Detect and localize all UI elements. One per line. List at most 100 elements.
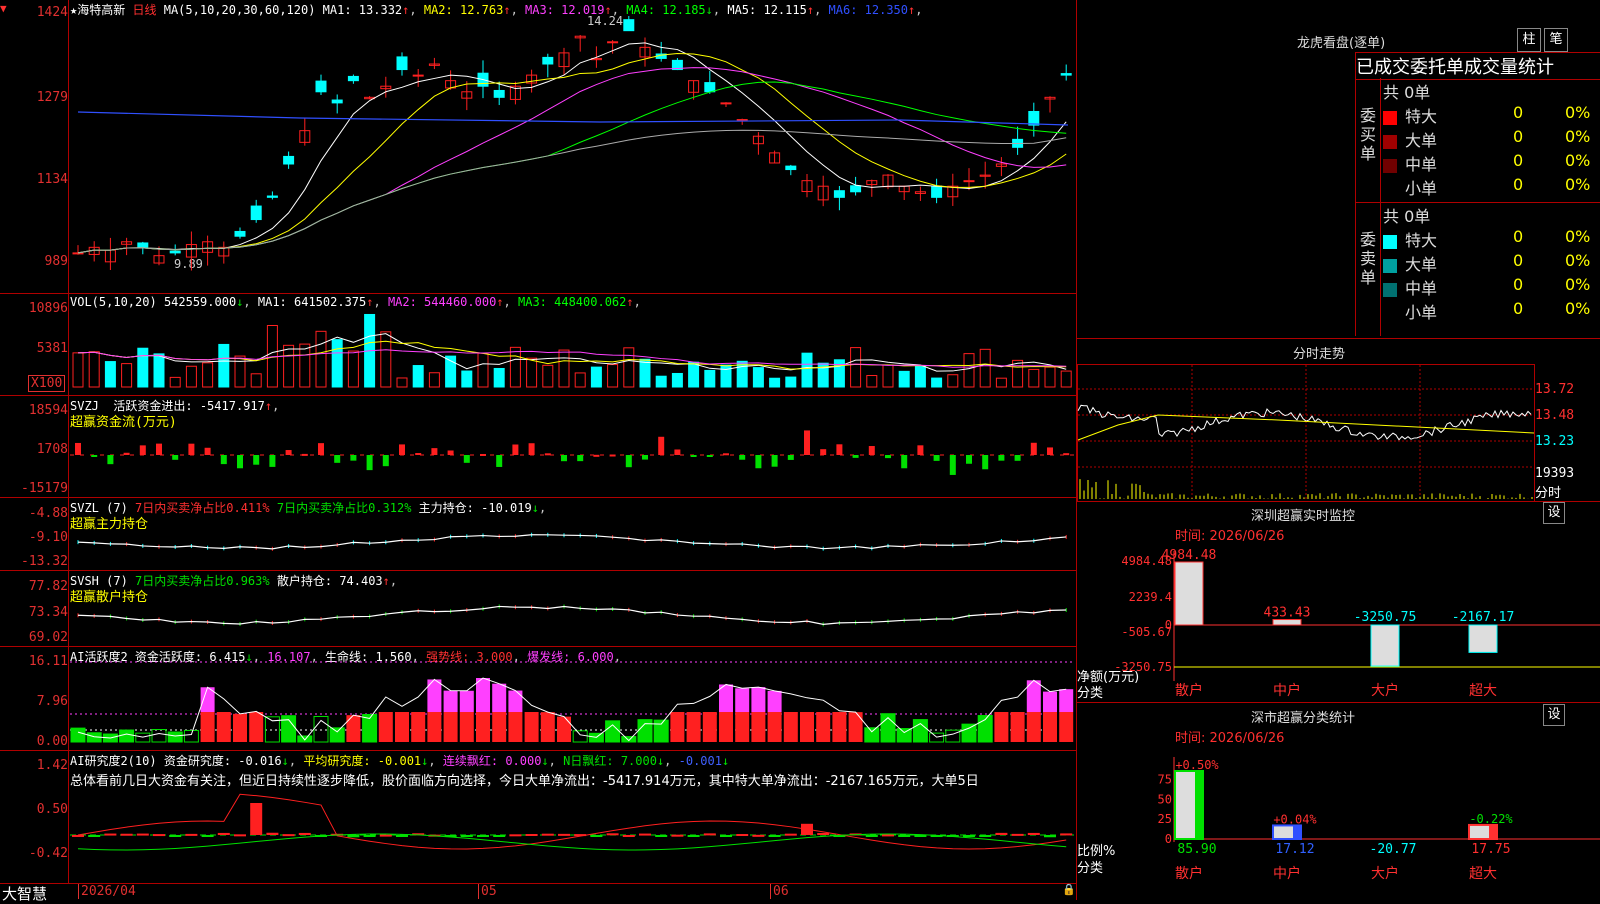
volume-bar (153, 353, 165, 388)
order-count: 0 (1513, 275, 1524, 294)
research-red-line (77, 793, 1067, 850)
volume-bar (947, 374, 959, 388)
volume-bar (850, 347, 862, 388)
activity-bar (411, 712, 426, 742)
ma5-line (77, 42, 1067, 254)
volume-bar (769, 377, 781, 388)
activity-bar (800, 712, 814, 742)
svsh-panel[interactable]: SVSH (7) 7日内买卖净占比0.963% 散户持仓: 74.403↑, 超… (0, 570, 1076, 647)
activity-bar-top (1043, 691, 1057, 712)
order-count: 0 (1513, 127, 1524, 146)
volume-bar (1044, 366, 1056, 388)
class-bar-value: 17.12 (1275, 842, 1314, 857)
flow-bar (625, 455, 632, 468)
intraday-chart-box[interactable] (1077, 364, 1535, 502)
activity-bar (605, 720, 621, 743)
date-axis[interactable]: 大智慧 2026/04 05 06 🔒 (0, 883, 1076, 903)
flow-bar (544, 453, 551, 456)
research-bar (460, 835, 473, 837)
position-line (77, 534, 1067, 550)
order-type-label: 特大 (1405, 231, 1438, 250)
volume-panel[interactable]: VOL(5,10,20) 542559.000↓, MA1: 641502.37… (0, 293, 1076, 396)
class-axis-label: 50 (1158, 792, 1172, 806)
research-bar (477, 835, 489, 837)
flow-bar (868, 446, 875, 455)
candle-body (137, 242, 149, 248)
activity-bar (1026, 712, 1041, 742)
volume-bar (137, 347, 149, 388)
activity-bar (70, 727, 86, 743)
flow-bar (75, 442, 81, 455)
flow-bar (804, 430, 810, 455)
order-percent: 0% (1565, 175, 1591, 194)
candle-body (250, 205, 262, 221)
price-panel[interactable]: ★海特高新 日线 MA(5,10,20,30,60,120) MA1: 13.3… (0, 0, 1076, 294)
research-bar (671, 834, 684, 837)
volume-bar (590, 366, 602, 388)
ai-research-panel[interactable]: AI研究度2(10) 资金研究度: -0.016↓, 平均研究度: -0.001… (0, 750, 1076, 884)
candle-body (785, 165, 797, 171)
research-bar (201, 835, 214, 837)
candlestick-chart (72, 15, 1072, 271)
volume-bar (347, 350, 359, 388)
order-stats-tabs[interactable]: 已成交委托单成交量统计 (1355, 52, 1600, 80)
research-bar (185, 833, 198, 836)
monitor-bar-value: -2167.17 (1452, 610, 1515, 625)
order-type-label: 小单 (1405, 179, 1438, 198)
volume-bar (380, 331, 392, 388)
lock-icon[interactable]: 🔒 (1062, 883, 1076, 896)
candle-body (623, 19, 635, 32)
order-percent: 0% (1565, 103, 1591, 122)
volume-bar (331, 339, 343, 388)
volume-bar (866, 375, 878, 388)
research-bar (817, 832, 830, 835)
retail-position-chart (77, 604, 1067, 627)
tick-button[interactable]: 笔 (1544, 28, 1568, 52)
order-color-swatch (1383, 282, 1397, 297)
order-percent: 0% (1565, 299, 1591, 318)
class-bar-value: 85.90 (1177, 842, 1216, 857)
bar-button[interactable]: 柱 (1517, 28, 1541, 52)
class-cat-label: 大户 (1371, 865, 1399, 882)
flow-bar (447, 450, 454, 455)
order-percent: 0% (1565, 275, 1591, 294)
candle-body (396, 56, 408, 71)
research-bar (1011, 833, 1024, 836)
activity-bar (167, 731, 183, 743)
order-percent: 0% (1565, 127, 1591, 146)
svzj-panel[interactable]: SVZJ 活跃资金进出: -5417.917↑, 超赢资金流(万元) 18594… (0, 395, 1076, 498)
candle-body (347, 75, 359, 82)
activity-bar (378, 712, 393, 742)
order-row: 特大 0 0% (1383, 227, 1598, 251)
research-bar (136, 833, 149, 836)
volume-chart (72, 313, 1072, 388)
ma20-line (77, 67, 1067, 254)
order-color-swatch (1383, 183, 1397, 197)
intra-axis-2: 13.48 (1535, 408, 1575, 423)
class-bar-accent (1195, 771, 1203, 839)
flow-bar (350, 455, 357, 461)
research-bar (784, 833, 797, 836)
activity-bar (832, 712, 847, 742)
activity-bar (249, 712, 264, 742)
volume-bar (461, 370, 473, 388)
research-bar (363, 835, 376, 837)
flow-bar (836, 444, 843, 455)
research-bar (120, 833, 133, 836)
activity-bar-top (735, 688, 750, 712)
research-bar (169, 835, 182, 837)
activity-bar (395, 712, 409, 742)
activity-bar (751, 712, 766, 742)
class-axis-label: 25 (1158, 812, 1172, 826)
main-position-chart (77, 532, 1067, 551)
sell-side-cell: 委卖单 (1356, 202, 1381, 336)
research-bar (590, 835, 603, 837)
activity-bar (702, 712, 717, 742)
research-bar (266, 832, 279, 835)
research-bar (752, 834, 765, 837)
svzl-panel[interactable]: SVZL (7) 7日内买卖净占比0.411% 7日内买卖净占比0.312% 主… (0, 497, 1076, 571)
activity-bar (492, 712, 507, 742)
activity-bar-top (508, 690, 523, 712)
class-bar-top: +0.04% (1273, 812, 1317, 826)
ai-activity-panel[interactable]: AI活跃度2 资金活跃度: 6.415↓, 16.107, 生命线: 1.560… (0, 646, 1076, 751)
